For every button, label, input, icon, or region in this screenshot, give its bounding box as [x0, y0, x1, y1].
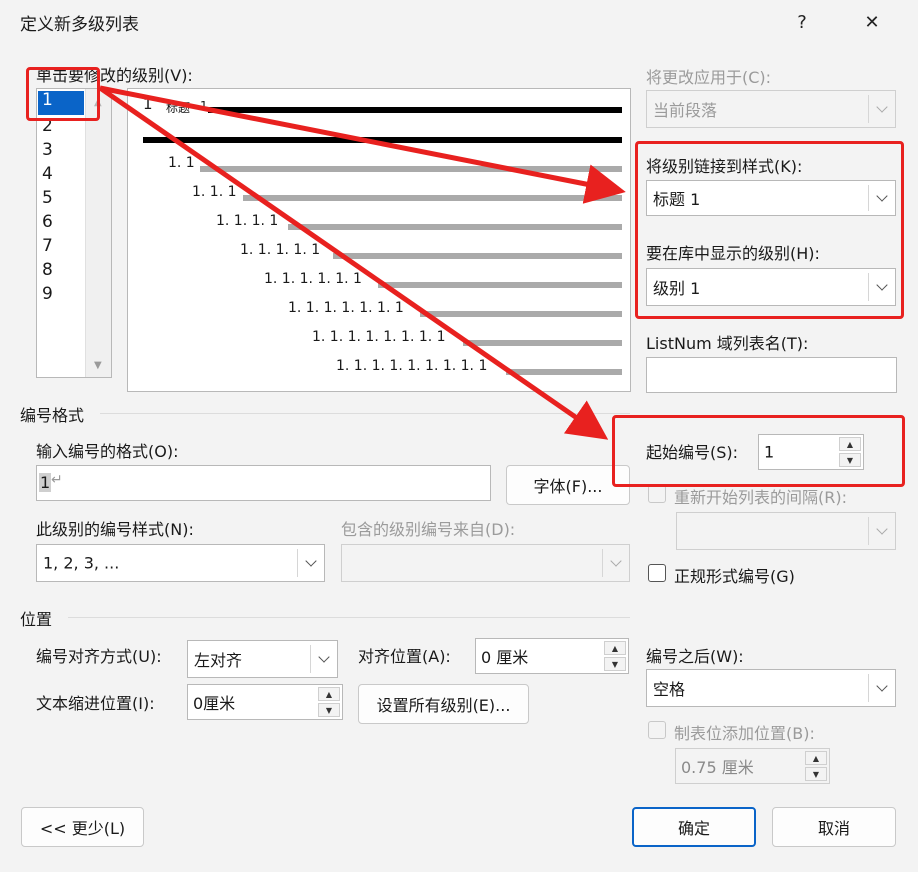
annotation-arrows	[98, 85, 626, 440]
